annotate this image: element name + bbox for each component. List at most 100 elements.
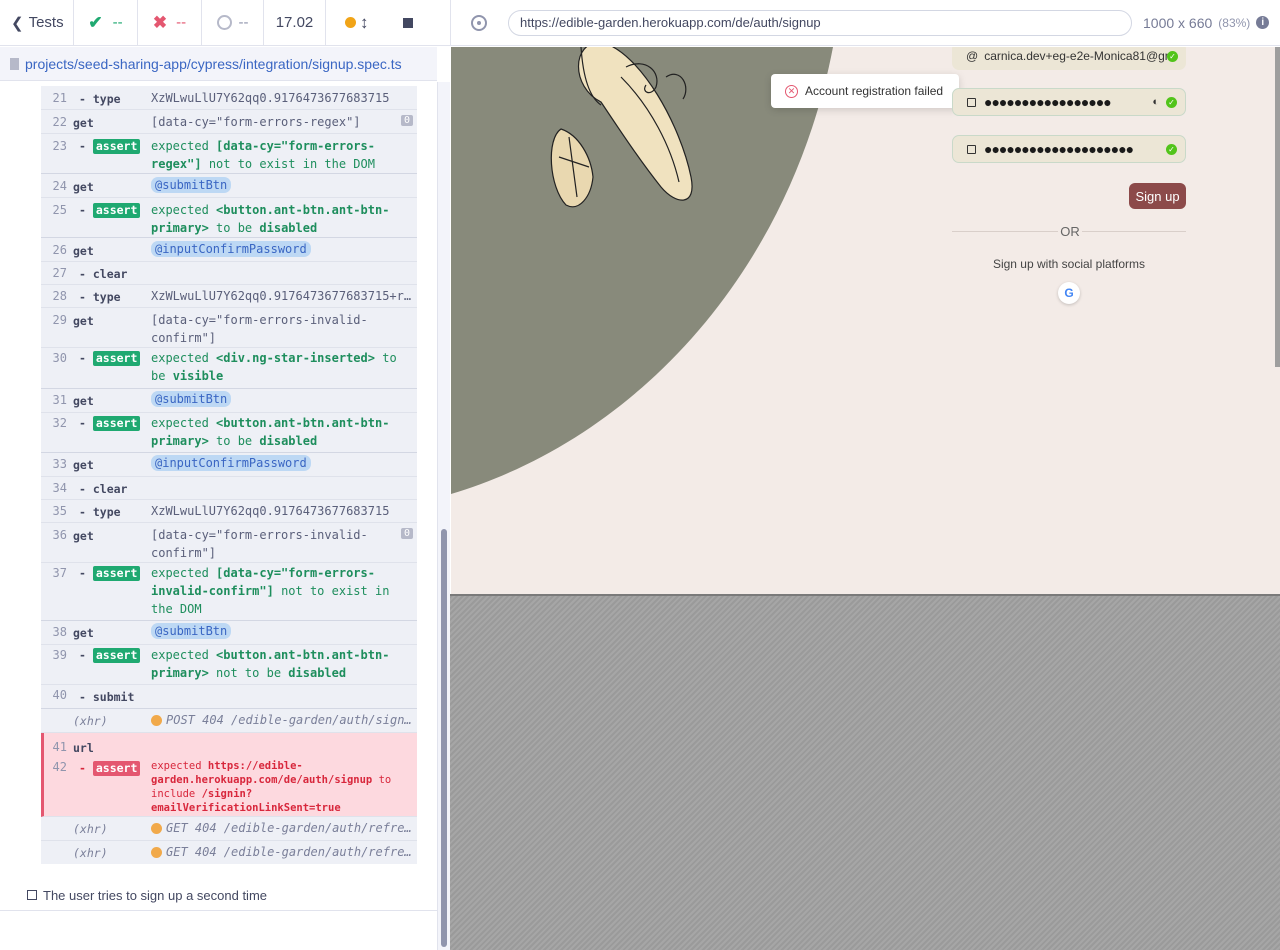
command-number: 27: [52, 266, 67, 280]
command-name: - type: [79, 290, 121, 304]
tests-back-button[interactable]: ❮ Tests: [0, 0, 74, 45]
next-test-item[interactable]: The user tries to sign up a second time: [0, 880, 437, 911]
command-number: 38: [52, 625, 67, 639]
command-number: 36: [52, 528, 67, 542]
command-row[interactable]: 22 get [data-cy="form-errors-regex"] 0: [41, 110, 417, 134]
run-controls: ↕: [326, 0, 450, 45]
file-icon: [10, 57, 19, 70]
xhr-row[interactable]: (xhr) POST 404 /edible-garden/auth/signu…: [41, 709, 417, 733]
pending-request-dot: [151, 847, 162, 858]
command-row[interactable]: 33 get @inputConfirmPassword: [41, 453, 417, 477]
command-row[interactable]: 39 - assert expected <button.ant-btn.ant…: [41, 645, 417, 685]
command-row[interactable]: 21 - type XzWLwuLlU7Y62qq0.9176473677683…: [41, 86, 417, 110]
aut-iframe: ✕ Account registration failed @ carnica.…: [451, 47, 1280, 594]
stop-icon[interactable]: [402, 17, 413, 28]
command-number: 39: [52, 648, 67, 662]
confirm-password-field[interactable]: ●●●●●●●●●●●●●●●●●●●● ✓: [952, 135, 1186, 163]
failed-assert-message: expected https://edible-garden.herokuapp…: [151, 760, 392, 814]
xhr-row[interactable]: (xhr) GET 404 /edible-garden/auth/refres…: [41, 841, 417, 864]
command-number: 30: [52, 351, 67, 365]
command-row[interactable]: 38 get @submitBtn: [41, 621, 417, 645]
command-row[interactable]: 35 - type XzWLwuLlU7Y62qq0.9176473677683…: [41, 500, 417, 523]
running-indicator: [345, 17, 356, 28]
alias-tag: @inputConfirmPassword: [151, 241, 311, 257]
spinner-icon: [216, 15, 232, 30]
command-message: expected <button.ant-btn.ant-btn-primary…: [151, 648, 390, 680]
reporter-scrollbar[interactable]: [437, 82, 450, 950]
element-count-badge: 0: [400, 528, 413, 539]
command-name: - assert: [79, 351, 141, 366]
command-number: 37: [52, 566, 67, 580]
x-icon: ✖: [152, 12, 168, 32]
command-message: @submitBtn: [151, 622, 415, 640]
command-row[interactable]: 26 get @inputConfirmPassword: [41, 238, 417, 262]
command-row[interactable]: 36 get [data-cy="form-errors-invalid-con…: [41, 523, 417, 563]
command-row[interactable]: 28 - type XzWLwuLlU7Y62qq0.9176473677683…: [41, 285, 417, 308]
reporter-scrollbar-thumb[interactable]: [441, 529, 447, 947]
command-name: - assert: [79, 203, 141, 218]
command-name: - submit: [79, 690, 135, 704]
reporter-header: ❮ Tests ✔ -- ✖ -- -- 17.02 ↕: [0, 0, 450, 46]
command-row[interactable]: 27 - clear: [41, 262, 417, 285]
command-name: - clear: [79, 482, 128, 496]
pending-request-dot: [151, 715, 162, 726]
command-row[interactable]: 24 get @submitBtn: [41, 174, 417, 198]
autoscroll-toggle-icon[interactable]: ↕: [360, 13, 369, 33]
command-row[interactable]: 32 - assert expected <button.ant-btn.ant…: [41, 413, 417, 453]
command-name: - type: [79, 92, 121, 106]
lock-icon: [967, 97, 976, 107]
element-count-badge: 0: [400, 115, 413, 126]
command-message: [data-cy="form-errors-regex"]: [151, 115, 361, 129]
signup-button[interactable]: Sign up: [1129, 183, 1186, 209]
command-message: @submitBtn: [151, 390, 415, 408]
command-number: 28: [52, 289, 67, 303]
command-row[interactable]: 34 - clear: [41, 477, 417, 500]
google-icon[interactable]: G: [1058, 282, 1080, 304]
aut-url-bar[interactable]: https://edible-garden.herokuapp.com/de/a…: [508, 9, 1132, 36]
command-number: 23: [52, 139, 67, 153]
failed-value: --: [176, 14, 187, 31]
eye-icon[interactable]: ◐: [1152, 96, 1159, 108]
target-icon[interactable]: [471, 14, 487, 31]
failed-command-group[interactable]: 41 url 42 - assert expected https://edib…: [41, 733, 417, 817]
command-message: [data-cy="form-errors-invalid-confirm"]: [151, 528, 368, 560]
lock-icon: [967, 144, 976, 154]
assert-badge: assert: [92, 203, 141, 218]
duration: 17.02: [264, 0, 326, 45]
command-row[interactable]: 23 - assert expected [data-cy="form-erro…: [41, 134, 417, 174]
command-message: @inputConfirmPassword: [151, 240, 415, 258]
command-row[interactable]: 31 get @submitBtn: [41, 389, 417, 413]
password-field[interactable]: ●●●●●●●●●●●●●●●●● ◐ ✓: [952, 88, 1186, 116]
error-icon: ✕: [785, 84, 798, 98]
toast-message: Account registration failed: [805, 84, 944, 98]
pending-request-dot: [151, 823, 162, 834]
command-name: get: [73, 394, 94, 408]
command-row[interactable]: 30 - assert expected <div.ng-star-insert…: [41, 348, 417, 389]
test-status-icon: [27, 890, 37, 900]
assert-badge: assert: [92, 351, 141, 366]
passed-count: ✔ --: [74, 0, 138, 45]
email-field[interactable]: @ carnica.dev+eg-e2e-Monica81@gmail.com …: [952, 47, 1186, 70]
info-icon[interactable]: i: [1256, 16, 1270, 29]
command-name: get: [73, 626, 94, 640]
command-name: get: [73, 529, 94, 543]
command-row[interactable]: 40 - submit: [41, 685, 417, 709]
aut-scrollbar[interactable]: [1275, 47, 1280, 367]
passed-value: --: [112, 14, 123, 31]
assert-badge: assert: [92, 416, 141, 431]
error-toast: ✕ Account registration failed: [771, 74, 959, 108]
xhr-row[interactable]: (xhr) GET 404 /edible-garden/auth/refres…: [41, 817, 417, 841]
command-number: 40: [52, 688, 67, 702]
command-name: get: [73, 244, 94, 258]
command-row[interactable]: 25 - assert expected <button.ant-btn.ant…: [41, 198, 417, 238]
valid-check-icon: ✓: [1166, 96, 1177, 108]
command-row[interactable]: 29 get [data-cy="form-errors-invalid-con…: [41, 308, 417, 348]
xhr-message: POST 404 /edible-garden/auth/signup: [166, 713, 415, 727]
command-message: expected [data-cy="form-errors-regex"] n…: [151, 139, 375, 171]
spec-path-link[interactable]: projects/seed-sharing-app/cypress/integr…: [25, 56, 402, 72]
command-number: 21: [52, 91, 67, 105]
command-row[interactable]: 37 - assert expected [data-cy="form-erro…: [41, 563, 417, 621]
command-message: XzWLwuLlU7Y62qq0.9176473677683715+r…: [151, 289, 412, 303]
command-number: 22: [52, 115, 67, 129]
chevron-left-icon: ❮: [11, 14, 24, 32]
